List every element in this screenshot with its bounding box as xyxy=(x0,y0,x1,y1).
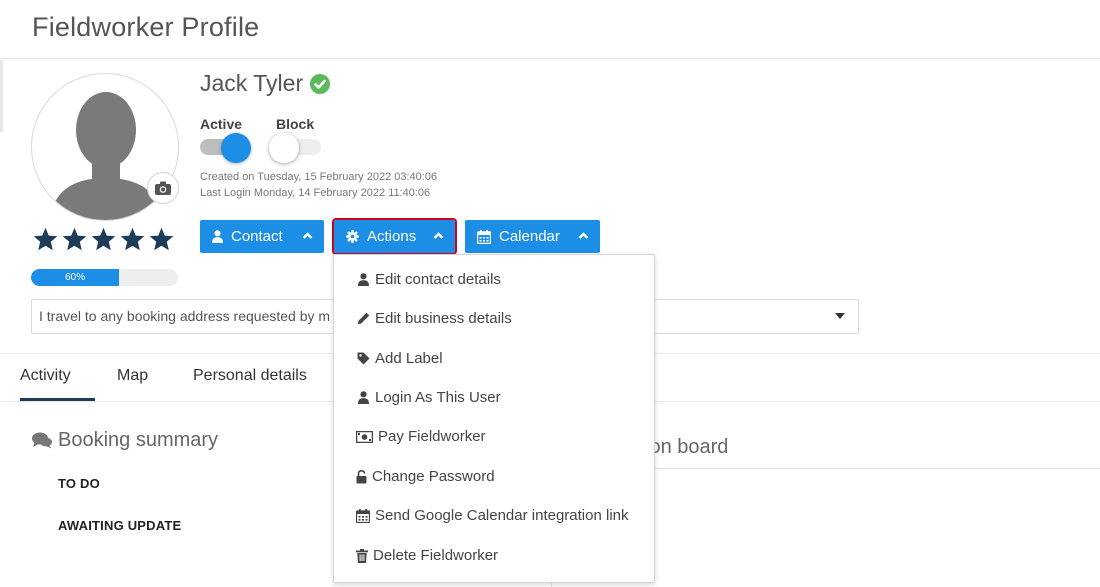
actions-dropdown-menu: Edit contact details Edit business detai… xyxy=(333,254,655,583)
menu-item-pay-fieldworker[interactable]: Pay Fieldworker xyxy=(356,428,486,445)
menu-item-change-password[interactable]: Change Password xyxy=(356,468,495,485)
caret-down-icon xyxy=(835,313,845,319)
calendar-button[interactable]: Calendar xyxy=(465,220,600,253)
active-toggle-label: Active xyxy=(200,116,243,132)
money-icon xyxy=(356,430,373,443)
tab-activity[interactable]: Activity xyxy=(20,367,71,385)
page-title: Fieldworker Profile xyxy=(32,12,260,42)
last-login-text: Last Login Monday, 14 February 2022 11:4… xyxy=(200,187,431,199)
booking-summary-title: Booking summary xyxy=(32,429,218,452)
chevron-up-icon xyxy=(578,232,589,239)
menu-item-send-google-calendar-link[interactable]: Send Google Calendar integration link xyxy=(356,507,629,524)
gear-icon xyxy=(346,230,359,243)
profile-completion-bar: 60% xyxy=(31,269,178,286)
user-icon xyxy=(357,391,369,404)
star-icon xyxy=(62,227,87,251)
summary-todo[interactable]: TO DO xyxy=(58,476,100,491)
comments-icon xyxy=(32,432,52,449)
menu-item-add-label[interactable]: Add Label xyxy=(356,350,443,367)
chevron-up-icon xyxy=(302,232,313,239)
calendar-button-label: Calendar xyxy=(499,228,560,245)
menu-item-login-as-user[interactable]: Login As This User xyxy=(356,389,501,406)
calendar-icon xyxy=(356,508,370,523)
menu-item-edit-contact-details[interactable]: Edit contact details xyxy=(356,271,501,288)
page-header: Fieldworker Profile xyxy=(0,0,1100,59)
menu-item-delete-fieldworker[interactable]: Delete Fieldworker xyxy=(356,547,498,564)
block-toggle-knob[interactable] xyxy=(269,133,299,163)
booking-summary-label: Booking summary xyxy=(58,429,219,451)
block-toggle-label: Block xyxy=(276,116,315,132)
contact-button-label: Contact xyxy=(231,228,283,245)
menu-item-edit-business-details[interactable]: Edit business details xyxy=(356,310,512,327)
active-toggle-knob[interactable] xyxy=(221,133,251,163)
star-icon xyxy=(33,227,58,251)
tab-personal-details[interactable]: Personal details xyxy=(193,367,307,385)
name-row: Jack Tyler xyxy=(200,70,331,97)
profile-completion-fill: 60% xyxy=(31,269,120,286)
star-icon xyxy=(91,227,116,251)
sidebar-edge xyxy=(0,60,3,132)
summary-awaiting-update[interactable]: AWAITING UPDATE xyxy=(58,518,181,533)
user-icon xyxy=(212,230,223,243)
actions-button-label: Actions xyxy=(367,228,417,245)
change-photo-button[interactable] xyxy=(147,172,179,204)
rating-stars xyxy=(32,226,175,253)
chevron-up-icon xyxy=(433,232,444,239)
star-icon xyxy=(149,227,174,251)
unlock-icon xyxy=(356,469,367,483)
calendar-icon xyxy=(477,229,491,244)
tag-icon xyxy=(357,352,369,365)
actions-button[interactable]: Actions xyxy=(332,218,457,255)
tab-map[interactable]: Map xyxy=(117,367,148,385)
star-icon xyxy=(120,227,145,251)
verified-check-icon xyxy=(310,73,331,94)
created-on-text: Created on Tuesday, 15 February 2022 03:… xyxy=(200,171,438,183)
camera-icon xyxy=(155,181,171,195)
user-icon xyxy=(357,273,369,286)
trash-icon xyxy=(356,548,368,563)
pencil-icon xyxy=(357,312,369,325)
fieldworker-name: Jack Tyler xyxy=(200,70,304,96)
contact-button[interactable]: Contact xyxy=(200,220,324,253)
